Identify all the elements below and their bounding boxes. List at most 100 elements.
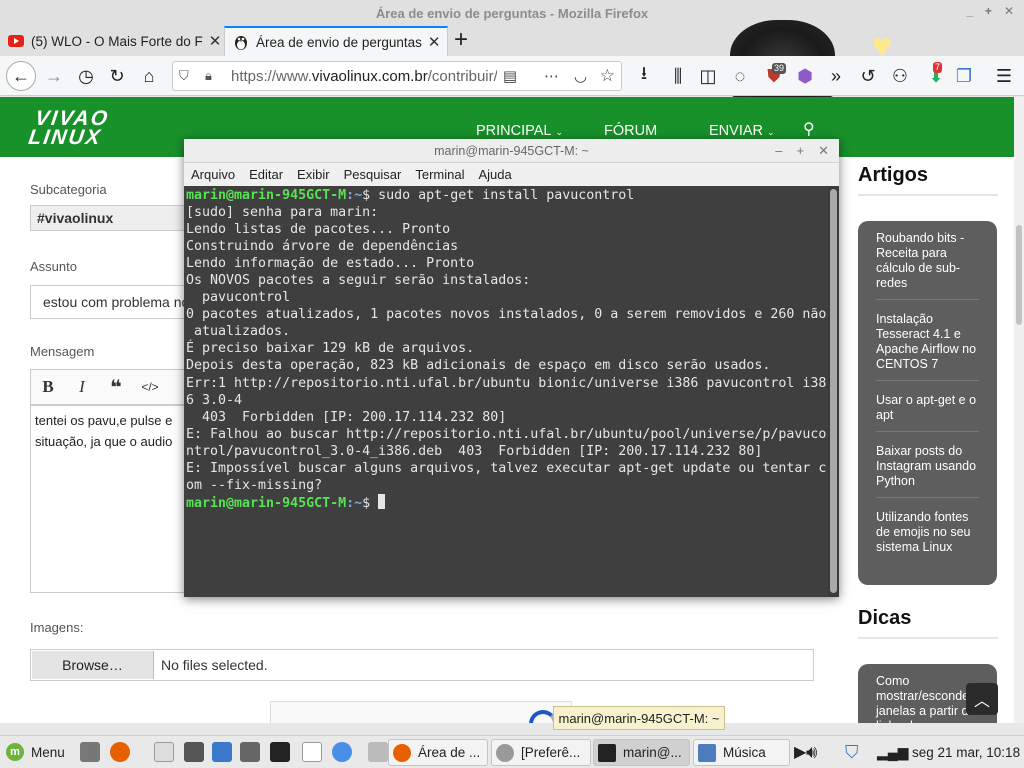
tux-icon [235,36,247,50]
extension-dots-icon[interactable]: ⚇ [888,64,912,88]
menu-button[interactable]: m Menu [6,740,65,764]
cube-extension-icon[interactable]: ⬢ [793,64,817,88]
scroll-to-top-button[interactable]: ︿ [966,683,998,715]
scrollbar-thumb[interactable] [1016,225,1022,325]
hamburger-menu-icon[interactable]: ☰ [992,64,1016,88]
launcher-window-icon[interactable] [368,740,388,764]
maximize-icon[interactable]: + [985,4,992,18]
task-music[interactable]: Música [693,739,790,766]
artigo-item[interactable]: Baixar posts do Instagram usando Python [876,432,979,498]
launcher-calculator-icon[interactable] [184,740,204,764]
terminal-scrollbar[interactable] [828,187,839,597]
media-play-icon[interactable]: ▶ [794,740,806,764]
tab-close-icon[interactable]: ✕ [422,33,441,51]
scrollbar-thumb[interactable] [830,189,837,593]
menu-arquivo[interactable]: Arquivo [191,167,235,182]
menu-exibir[interactable]: Exibir [297,167,330,182]
editor-toolbar: B I ❝ </> [30,369,190,405]
home-button[interactable]: ⌂ [137,64,161,88]
terminal-window[interactable]: marin@marin-945GCT-M: ~ – + ✕ Arquivo Ed… [184,139,839,597]
network-signal-icon[interactable]: ▂▄▆ [877,740,908,764]
menu-terminal[interactable]: Terminal [415,167,464,182]
launcher-disk-icon[interactable] [240,740,260,764]
task-terminal[interactable]: marin@... [593,739,690,766]
mensagem-textarea[interactable]: tentei os pavu,e pulse e situação, ja qu… [30,405,190,593]
forward-button[interactable]: → [42,64,66,88]
subcategoria-select[interactable]: #vivaolinux [30,205,190,231]
close-icon[interactable]: ✕ [818,143,829,159]
library-icon[interactable]: ⫼ [666,64,690,88]
page-actions-icon[interactable]: ⋯ [544,67,559,85]
bookmark-star-icon[interactable]: ☆ [600,66,615,86]
history-icon[interactable]: ◷ [74,64,98,88]
prompt-path: :~ [346,495,363,511]
launcher-terminal-icon[interactable] [270,740,290,764]
sidebar-icon[interactable]: ◫ [696,64,720,88]
launcher-display-icon[interactable] [212,740,232,764]
browse-button[interactable]: Browse… [32,651,154,679]
taskbar-tooltip: marin@marin-945GCT-M: ~ [553,706,725,730]
url-text[interactable]: https://www.vivaolinux.com.br/contribuir… [231,68,498,85]
mint-logo-icon: m [6,743,24,761]
minimize-icon[interactable]: _ [966,4,973,18]
dica-item[interactable]: Como mostrar/esconder janelas a partir d… [876,664,979,723]
translate-extension-icon[interactable]: ❐ [952,64,976,88]
menu-forum[interactable]: FÓRUM [604,123,657,139]
minimize-icon[interactable]: – [775,143,782,159]
menu-principal[interactable]: PRINCIPAL ⌄ [476,123,563,139]
quote-button[interactable]: ❝ [99,370,133,404]
menu-pesquisar[interactable]: Pesquisar [344,167,402,182]
reader-view-icon[interactable]: ▤ [496,67,517,85]
launcher-chromium-icon[interactable] [332,740,352,764]
new-tab-button[interactable]: + [454,28,468,52]
url-bar[interactable]: ⛉ 🔒︎ https://www.vivaolinux.com.br/contr… [172,61,622,91]
tab-youtube[interactable]: (5) WLO - O Mais Forte do F ✕ [0,26,222,56]
site-logo[interactable]: VIVAO LINUX [27,107,111,149]
terminal-icon [598,743,616,762]
launcher-firefox-icon[interactable] [110,740,130,764]
artigo-item[interactable]: Instalação Tesseract 4.1 e Apache Airflo… [876,300,979,381]
shield-update-icon[interactable]: ⛉ [845,740,859,764]
history-extension-icon[interactable]: ↺ [856,64,880,88]
bold-button[interactable]: B [31,370,65,404]
maximize-icon[interactable]: + [797,143,805,159]
menu-label: Menu [31,744,65,760]
mensagem-line: tentei os pavu,e pulse e [35,413,173,428]
launcher-text-editor-icon[interactable] [154,740,174,764]
mensagem-label: Mensagem [30,344,95,359]
page-scrollbar[interactable] [1014,97,1024,723]
artigo-item[interactable]: Roubando bits - Receita para cálculo de … [876,221,979,300]
tab-vivaolinux[interactable]: Área de envio de perguntas ✕ [224,26,448,56]
pocket-icon[interactable]: ◡ [574,67,587,85]
terminal-titlebar[interactable]: marin@marin-945GCT-M: ~ – + ✕ [184,139,839,163]
code-button[interactable]: </> [133,370,167,404]
close-icon[interactable]: ✕ [1004,4,1014,18]
launcher-camera-icon[interactable] [80,740,100,764]
terminal-output-line: [sudo] senha para marin: [186,205,379,221]
overflow-chevron-icon[interactable]: » [824,64,848,88]
menu-ajuda[interactable]: Ajuda [479,167,512,182]
back-button[interactable]: ← [6,61,36,91]
tab-close-icon[interactable]: ✕ [203,32,222,50]
terminal-output[interactable]: marin@marin-945GCT-M:~$ sudo apt-get ins… [186,187,828,512]
clock[interactable]: seg 21 mar, 10:18 [912,740,1020,764]
task-preferences[interactable]: [Preferê... [491,739,591,766]
artigo-item[interactable]: Usar o apt-get e o apt [876,381,979,432]
search-icon[interactable]: ⚲ [803,119,819,138]
reload-button[interactable]: ↻ [105,64,129,88]
lock-icon[interactable]: 🔒︎ [205,68,212,84]
shield-icon[interactable]: ⛉ [179,68,189,84]
assunto-input[interactable]: estou com problema no [30,285,190,319]
launcher-files-icon[interactable] [302,740,322,764]
volume-icon[interactable]: 🔊︎ [806,740,817,764]
recaptcha-widget[interactable] [270,701,572,723]
file-input[interactable]: Browse… No files selected. [30,649,814,681]
terminal-window-controls: – + ✕ [775,143,829,159]
menu-editar[interactable]: Editar [249,167,283,182]
artigo-item[interactable]: Utilizando fontes de emojis no seu siste… [876,498,979,563]
menu-enviar[interactable]: ENVIAR ⌄ [709,123,775,139]
task-firefox[interactable]: Área de ... [388,739,488,766]
extension-icon[interactable]: ◌ [728,64,752,88]
italic-button[interactable]: I [65,370,99,404]
download-icon[interactable]: ⭳ [632,63,656,88]
